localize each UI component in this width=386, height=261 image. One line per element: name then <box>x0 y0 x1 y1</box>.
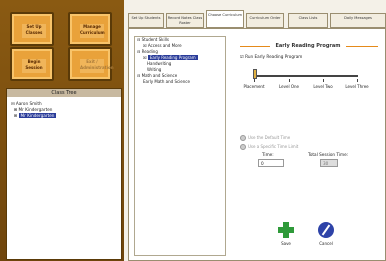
set-up-classes-label: Set Up Classes <box>22 24 46 38</box>
level-label: Level One <box>279 84 299 89</box>
level-slider-thumb[interactable] <box>253 69 257 79</box>
tab-class-lists[interactable]: Class Lists <box>288 13 328 28</box>
begin-session-button[interactable]: Begin Session <box>10 47 54 81</box>
level-label: Level Three <box>345 84 369 89</box>
program-title: Early Reading Program <box>275 43 341 49</box>
cancel-label: Cancel <box>319 241 333 246</box>
level-label: Level Two <box>313 84 333 89</box>
left-pane: Set Up Classes Manage Curriculum Begin S… <box>0 0 124 261</box>
level-label: Placement <box>243 84 265 89</box>
set-up-classes-button[interactable]: Set Up Classes <box>10 12 54 46</box>
slider-tick <box>357 79 358 82</box>
skills-tree[interactable]: ⊟ Student Skills ☒ Access and More ⊟ Rea… <box>134 36 226 256</box>
class-tree-title: Class Tree <box>7 89 121 97</box>
class-tree[interactable]: ⊟ Aaron Smith ⊞ Mr Kindergarten ⊞ Mr Kin… <box>11 101 57 119</box>
tab-record-notes[interactable]: Record Notes Class Roster <box>166 13 204 28</box>
tab-bar: Set Up Students Record Notes Class Roste… <box>124 10 386 28</box>
total-session-field: 30 <box>320 159 338 167</box>
level-slider[interactable] <box>254 75 358 77</box>
begin-session-label: Begin Session <box>22 59 46 73</box>
tree-item[interactable]: ⊞ Mr Kindergarten <box>11 113 57 119</box>
exit-administration-button: Exit / Administration <box>68 47 114 81</box>
exit-administration-label: Exit / Administration <box>80 59 114 73</box>
slider-tick <box>254 79 255 82</box>
tab-choose-curriculum[interactable]: Choose Curriculum <box>206 10 244 28</box>
cancel-button[interactable] <box>318 222 334 238</box>
tab-daily-messages[interactable]: Daily Messages <box>330 13 386 28</box>
tab-set-up-students[interactable]: Set Up Students <box>128 13 164 28</box>
tab-curriculum-order[interactable]: Curriculum Order <box>246 13 284 28</box>
manage-curriculum-label: Manage Curriculum <box>80 24 105 38</box>
manage-curriculum-button[interactable]: Manage Curriculum <box>68 12 112 46</box>
tree-item[interactable]: Early Math and Science <box>143 79 225 85</box>
slider-tick <box>323 79 324 82</box>
slider-tick <box>289 79 290 82</box>
time-stepper[interactable]: 0 <box>258 159 284 167</box>
save-button[interactable] <box>278 222 294 238</box>
default-time-radio[interactable]: Use the Default Time <box>240 135 290 141</box>
class-tree-panel: Class Tree ⊟ Aaron Smith ⊞ Mr Kindergart… <box>6 88 122 260</box>
specific-time-radio[interactable]: Use a Specific Time Limit <box>240 144 298 150</box>
save-label: Save <box>281 241 291 246</box>
total-session-label: Total Session Time: <box>308 152 349 157</box>
run-program-checkbox[interactable]: ☑ Run Early Reading Program <box>240 54 302 59</box>
time-label: Time: <box>262 152 274 157</box>
